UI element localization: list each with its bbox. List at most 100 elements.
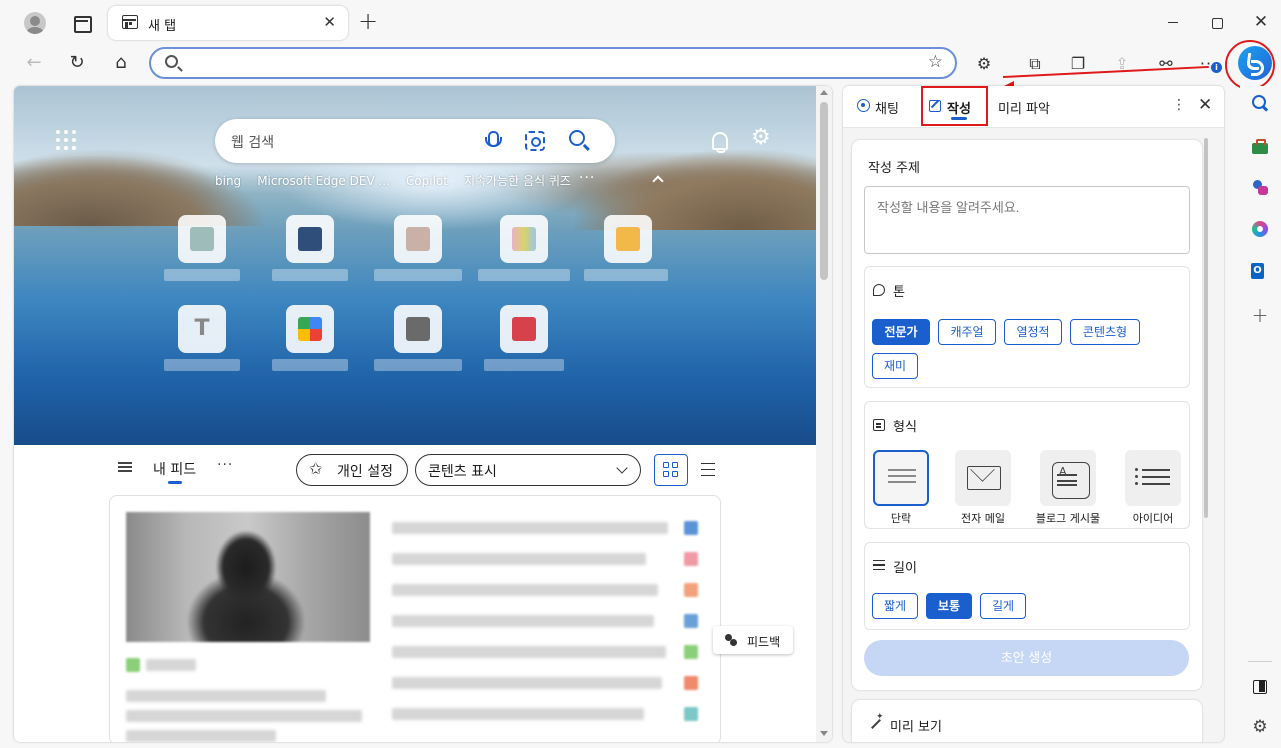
content-view-dropdown[interactable]: 콘텐츠 표시 — [415, 454, 641, 486]
bing-copilot-button[interactable] — [1238, 46, 1272, 80]
site-tile[interactable] — [604, 215, 652, 263]
feed-more-icon[interactable]: ··· — [217, 457, 233, 473]
site-tile-label-blurred — [484, 359, 564, 371]
tone-option-enthusiastic[interactable]: 열정적 — [1004, 319, 1062, 345]
site-tile[interactable] — [500, 215, 548, 263]
length-option-medium[interactable]: 보통 — [926, 593, 972, 619]
search-icon — [165, 55, 178, 68]
tab-chat-label: 채팅 — [875, 102, 899, 117]
feed-title-underline — [168, 481, 182, 484]
scrollbar-thumb[interactable] — [820, 102, 828, 280]
news-headline-blurred — [392, 522, 668, 534]
more-options-icon[interactable]: ⋮ — [1172, 97, 1186, 113]
refresh-icon[interactable]: ↻ — [65, 51, 89, 75]
site-tile-label-blurred — [584, 269, 668, 281]
tone-option-informational[interactable]: 콘텐츠형 — [1070, 319, 1140, 345]
tab-insights[interactable]: 미리 파악 — [998, 98, 1050, 117]
split-screen-icon[interactable]: ⧉ — [1024, 53, 1046, 75]
back-arrow-icon[interactable]: ← — [22, 51, 46, 75]
format-email-label: 전자 메일 — [961, 512, 1005, 525]
quick-link[interactable]: Microsoft Edge DEV ... — [257, 174, 390, 188]
generate-draft-button[interactable]: 초안 생성 — [864, 640, 1189, 676]
feed-title[interactable]: 내 피드 — [153, 459, 196, 479]
length-option-long[interactable]: 길게 — [980, 593, 1026, 619]
hero-background: 웹 검색 ⚙ bing Microsoft Edge DEV ... Copilot… — [14, 86, 816, 445]
new-tab-plus-icon[interactable]: + — [358, 9, 378, 33]
sidebar-tools-icon[interactable] — [1251, 138, 1269, 156]
sidebar-microsoft-365-icon[interactable] — [1251, 220, 1269, 238]
search-icon[interactable] — [569, 130, 585, 146]
scroll-up-arrow-icon[interactable] — [820, 90, 828, 95]
format-section: 형식 단락 전자 메일 블로그 게시물 아이디어 — [864, 401, 1190, 529]
tone-option-casual[interactable]: 캐주얼 — [938, 319, 996, 345]
notification-bell-icon[interactable] — [709, 130, 729, 153]
tab-close-icon[interactable]: ✕ — [323, 14, 336, 30]
format-email-icon[interactable] — [955, 450, 1011, 506]
tab-compose[interactable]: 작성 — [929, 98, 971, 117]
grid-layout-icon[interactable] — [654, 454, 688, 486]
page-settings-gear-icon[interactable]: ⚙ — [751, 126, 771, 150]
web-search-box[interactable]: 웹 검색 — [215, 119, 615, 163]
pane-scrollbar-thumb[interactable] — [1204, 138, 1208, 518]
compose-topic-input[interactable] — [864, 186, 1190, 254]
add-favorite-star-icon[interactable]: ☆ — [928, 52, 943, 72]
site-tile[interactable] — [394, 305, 442, 353]
tab-new-tab[interactable]: 새 탭 ✕ — [108, 6, 348, 40]
tab-chat[interactable]: 채팅 — [857, 98, 899, 117]
visual-search-icon[interactable] — [525, 131, 545, 151]
app-launcher-icon[interactable] — [56, 130, 76, 150]
quick-link[interactable]: bing — [215, 174, 241, 188]
microphone-icon[interactable] — [483, 131, 502, 151]
format-icon — [873, 419, 885, 431]
quick-link[interactable]: 지속가능한 음식 퀴즈 — [464, 174, 571, 188]
sidebar-outlook-icon[interactable] — [1251, 262, 1269, 280]
magic-wand-icon — [870, 712, 884, 730]
format-ideas-label: 아이디어 — [1132, 512, 1174, 525]
feed-menu-icon[interactable] — [118, 462, 132, 472]
address-input[interactable] — [191, 53, 911, 73]
hero-hill-left — [14, 156, 264, 226]
sidebar-games-icon[interactable] — [1251, 178, 1269, 196]
sidebar-settings-gear-icon[interactable]: ⚙ — [1251, 718, 1269, 736]
tab-compose-label: 작성 — [947, 102, 971, 117]
feedback-button[interactable]: 피드백 — [713, 626, 793, 654]
format-paragraph-icon[interactable] — [873, 450, 929, 506]
performance-icon[interactable]: ⚯ — [1155, 53, 1177, 75]
address-bar[interactable]: ☆ — [149, 47, 957, 79]
minimize-button[interactable] — [1160, 10, 1186, 34]
site-tile[interactable] — [394, 215, 442, 263]
site-tile[interactable] — [286, 305, 334, 353]
personalize-star-icon: ✩ — [309, 459, 323, 478]
site-tile[interactable] — [286, 215, 334, 263]
extensions-puzzle-icon[interactable]: ⚙ — [973, 53, 995, 75]
quick-links-more-icon[interactable]: ··· — [579, 170, 595, 186]
personalize-button[interactable]: ✩ 개인 설정 — [296, 454, 408, 486]
site-tile[interactable] — [500, 305, 548, 353]
format-blog-post-icon[interactable] — [1040, 450, 1096, 506]
list-layout-icon[interactable] — [701, 463, 715, 476]
chat-bubble-icon — [857, 99, 870, 112]
quick-link[interactable]: Copilot — [406, 174, 448, 188]
scroll-down-arrow-icon[interactable] — [820, 731, 828, 736]
site-tile[interactable]: T — [178, 305, 226, 353]
news-thumb-blurred — [684, 676, 698, 690]
page-scrollbar[interactable] — [816, 86, 832, 742]
news-headline-blurred — [392, 708, 644, 720]
site-tile[interactable] — [178, 215, 226, 263]
format-ideas-icon[interactable] — [1125, 450, 1181, 506]
tone-option-professional[interactable]: 전문가 — [872, 319, 930, 345]
tab-title: 새 탭 — [148, 19, 177, 34]
length-option-short[interactable]: 짧게 — [872, 593, 918, 619]
hide-sidebar-icon[interactable] — [1251, 678, 1269, 696]
sidebar-add-icon[interactable]: + — [1251, 305, 1269, 325]
close-pane-icon[interactable]: ✕ — [1198, 96, 1212, 114]
home-icon[interactable]: ⌂ — [109, 51, 133, 75]
sidebar-search-icon[interactable] — [1251, 94, 1269, 112]
compose-form-card: 작성 주제 톤 전문가 캐주얼 열정적 콘텐츠형 재미 형식 단락 전자 메일 … — [852, 140, 1202, 690]
tab-actions-icon[interactable] — [70, 12, 92, 34]
tone-option-funny[interactable]: 재미 — [872, 353, 918, 379]
maximize-button[interactable] — [1203, 10, 1229, 34]
news-feed-card[interactable] — [109, 495, 721, 742]
window-close-button[interactable]: ✕ — [1248, 10, 1274, 34]
profile-avatar-icon[interactable] — [24, 12, 46, 34]
